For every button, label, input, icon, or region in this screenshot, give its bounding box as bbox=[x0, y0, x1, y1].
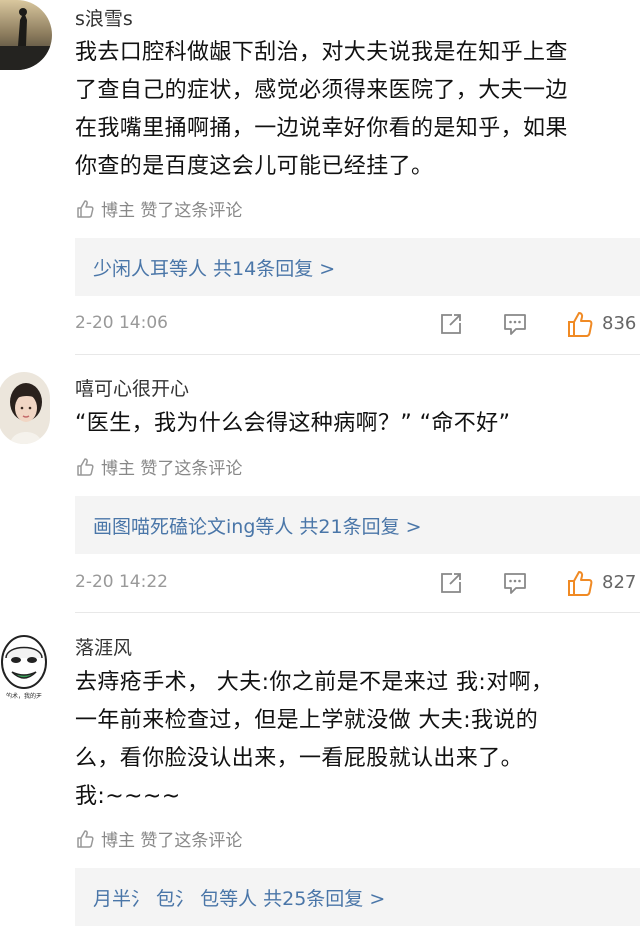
avatar[interactable]: 的术，我的天 bbox=[0, 630, 50, 702]
replies-summary[interactable]: 画图喵死磕论文ing等人 共21条回复 > bbox=[75, 496, 640, 554]
author-liked-badge: 博主 赞了这条评论 bbox=[75, 196, 242, 221]
author-liked-badge: 博主 赞了这条评论 bbox=[75, 826, 242, 851]
comment-line: 你查的是百度这会儿可能已经挂了。 bbox=[75, 154, 434, 179]
comment-line: 一年前来检查过，但是上学就没做 大夫:我说的 bbox=[75, 708, 539, 733]
liked-label: 博主 赞了这条评论 bbox=[101, 831, 243, 851]
comment-line: 了查自己的症状，感觉必须得来医院了，大夫一边 bbox=[75, 78, 568, 103]
divider bbox=[75, 354, 640, 355]
like-icon[interactable] bbox=[566, 569, 594, 597]
comment-text: 去痔疮手术， 大夫:你之前是不是来过 我:对啊， 一年前来检查过，但是上学就没做… bbox=[75, 664, 635, 816]
replies-summary[interactable]: 少闲人耳等人 共14条回复 > bbox=[75, 238, 640, 296]
comment-meta: 2-20 14:22 827 bbox=[75, 570, 640, 600]
username[interactable]: 落涯风 bbox=[75, 633, 132, 660]
username[interactable]: 嘻可心很开心 bbox=[75, 374, 189, 401]
replies-label[interactable]: 少闲人耳等人 共14条回复 > bbox=[75, 254, 335, 281]
comment-line: 么，看你脸没认出来，一看屁股就认出来了。 bbox=[75, 746, 524, 771]
author-liked-badge: 博主 赞了这条评论 bbox=[75, 454, 242, 479]
reply-comment-icon[interactable] bbox=[502, 311, 528, 337]
comment-line: 去痔疮手术， 大夫:你之前是不是来过 我:对啊， bbox=[75, 670, 554, 695]
liked-label: 博主 赞了这条评论 bbox=[101, 201, 243, 221]
avatar[interactable] bbox=[0, 0, 52, 70]
username[interactable]: s浪雪s bbox=[75, 4, 133, 31]
comment-date: 2-20 14:06 bbox=[75, 313, 168, 333]
comment-line: “医生，我为什么会得这种病啊？” “命不好” bbox=[75, 411, 511, 436]
liked-label: 博主 赞了这条评论 bbox=[101, 459, 243, 479]
like-icon[interactable] bbox=[566, 310, 594, 338]
thumb-up-outline-icon bbox=[77, 457, 94, 476]
thumb-up-outline-icon bbox=[77, 829, 94, 848]
comment-text: “医生，我为什么会得这种病啊？” “命不好” bbox=[75, 405, 635, 443]
thumb-up-outline-icon bbox=[77, 199, 94, 218]
like-count: 827 bbox=[602, 572, 637, 593]
comment-line: 我去口腔科做龈下刮治，对大夫说我是在知乎上查 bbox=[75, 40, 568, 65]
comment-line: 我:~~~~ bbox=[75, 784, 181, 809]
like-count: 836 bbox=[602, 313, 637, 334]
comment-text: 我去口腔科做龈下刮治，对大夫说我是在知乎上查 了查自己的症状，感觉必须得来医院了… bbox=[75, 34, 635, 186]
comment-meta: 2-20 14:06 836 bbox=[75, 311, 640, 341]
comment-date: 2-20 14:22 bbox=[75, 572, 168, 592]
avatar-caption: 的术，我的天 bbox=[6, 692, 42, 700]
share-icon[interactable] bbox=[438, 311, 464, 337]
replies-label[interactable]: 画图喵死磕论文ing等人 共21条回复 > bbox=[75, 512, 422, 539]
divider bbox=[75, 612, 640, 613]
replies-summary[interactable]: 月半氵 包氵 包等人 共25条回复 > bbox=[75, 868, 640, 926]
avatar[interactable] bbox=[0, 372, 50, 444]
reply-comment-icon[interactable] bbox=[502, 570, 528, 596]
replies-label[interactable]: 月半氵 包氵 包等人 共25条回复 > bbox=[75, 884, 385, 911]
comment-line: 在我嘴里捅啊捅，一边说幸好你看的是知乎，如果 bbox=[75, 116, 568, 141]
share-icon[interactable] bbox=[438, 570, 464, 596]
